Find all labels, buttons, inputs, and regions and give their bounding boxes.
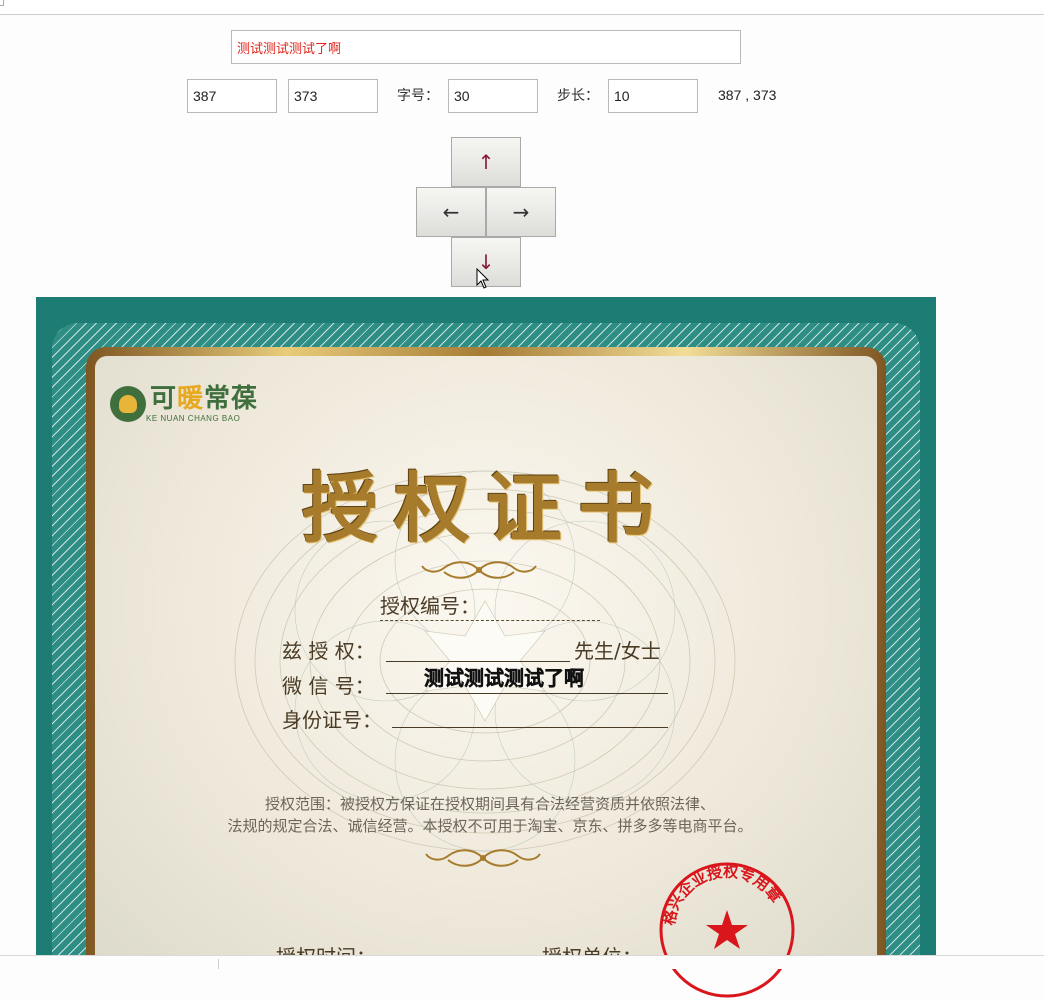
- move-up-button[interactable]: ↑: [451, 137, 521, 187]
- arrow-left-icon: ←: [442, 200, 460, 224]
- font-size-label: 字号：: [397, 88, 439, 104]
- step-label: 步长：: [557, 88, 599, 104]
- scope-line-2: 法规的规定合法、诚信经营。本授权不可用于淘宝、京东、拼多多等电商平台。: [227, 817, 753, 835]
- authorization-number-line: [380, 620, 600, 621]
- grantee-line: [386, 661, 570, 662]
- window-top-border: [0, 0, 1044, 15]
- flourish-ornament-top: [421, 561, 537, 579]
- grantee-label: 兹 授 权：: [282, 639, 375, 663]
- logo-name: 可暖常葆: [150, 384, 259, 414]
- authorization-number-label: 授权编号：: [380, 594, 480, 618]
- certificate-title: 授权证书: [302, 464, 670, 553]
- grantee-suffix: 先生/女士: [574, 639, 661, 663]
- x-coordinate-input[interactable]: [187, 79, 277, 113]
- draggable-overlay-text[interactable]: 测试测试测试了啊: [424, 665, 584, 691]
- status-bar: [0, 955, 1044, 969]
- move-left-button[interactable]: ←: [416, 187, 486, 237]
- logo-subtitle: KE NUAN CHANG BAO: [146, 414, 241, 423]
- text-input[interactable]: [231, 30, 741, 64]
- flourish-ornament-bottom: [425, 849, 541, 867]
- font-size-input[interactable]: [448, 79, 538, 113]
- company-seal-stamp: 格兴企业授权专用章: [659, 862, 795, 998]
- move-right-button[interactable]: →: [486, 187, 556, 237]
- mouse-pointer-icon: [476, 268, 490, 289]
- wechat-line: [386, 693, 668, 694]
- logo-icon: [110, 386, 146, 422]
- seal-text: 格兴企业授权专用章: [660, 863, 785, 927]
- step-input[interactable]: [608, 79, 698, 113]
- wechat-label: 微 信 号：: [282, 674, 375, 698]
- corner-tick: [0, 0, 4, 6]
- coordinates-readout: 387 , 373: [718, 87, 777, 103]
- status-separator: [218, 959, 219, 969]
- arrow-right-icon: →: [512, 200, 530, 224]
- id-number-line: [392, 727, 668, 728]
- id-number-label: 身份证号：: [282, 708, 382, 732]
- scope-line-1: 授权范围：被授权方保证在授权期间具有合法经营资质并依照法律、: [264, 795, 715, 813]
- seal-star-icon: [706, 910, 748, 949]
- arrow-up-icon: ↑: [477, 150, 495, 174]
- y-coordinate-input[interactable]: [288, 79, 378, 113]
